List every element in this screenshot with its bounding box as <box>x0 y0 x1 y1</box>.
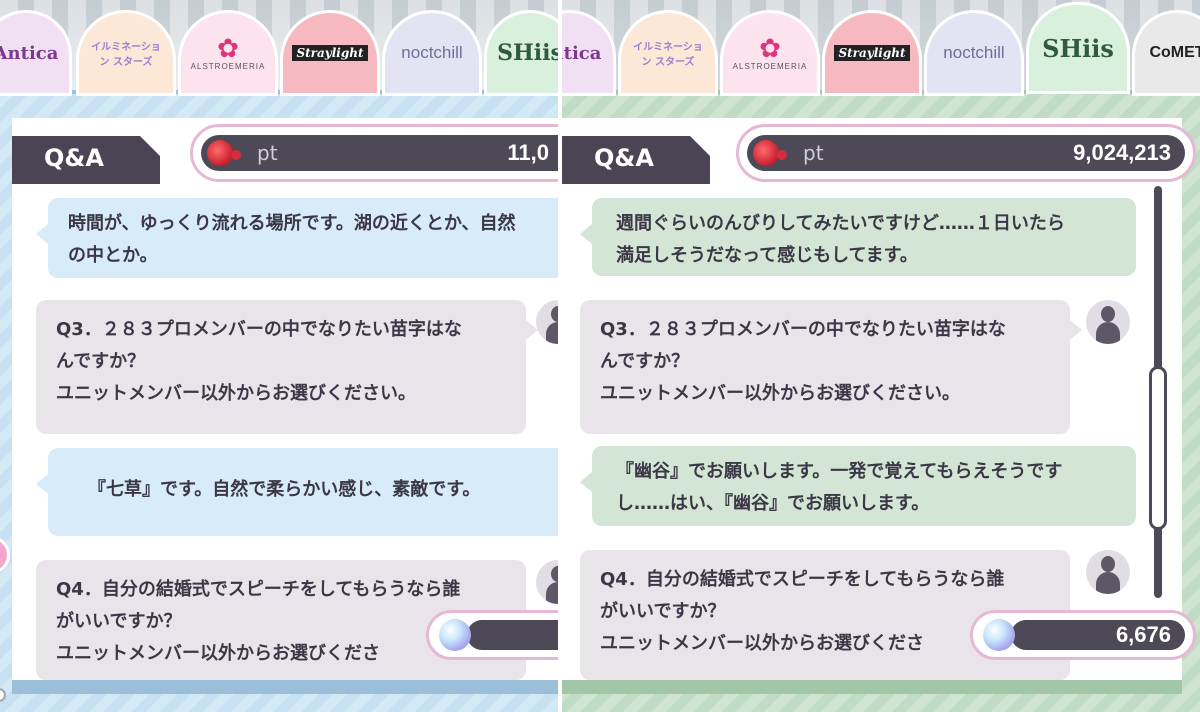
screenshot-root: Antica イルミネーション スターズ ✿ ALSTROEMERIA Stra… <box>0 0 1200 712</box>
qa-title: Q&A <box>44 144 104 172</box>
question-text: ユニットメンバー以外からお選びください。 <box>600 383 960 404</box>
rose-petal-icon <box>777 150 787 160</box>
flower-icon: ✿ <box>217 33 239 64</box>
answer-text: 『幽谷』でお願いします。一発で覚えてもらえそうです <box>616 461 1063 482</box>
tab-label-alstroemeria: ALSTROEMERIA <box>732 61 808 71</box>
tab-label-comet: CoMET <box>1149 44 1200 61</box>
tab-label-straylight: Straylight <box>834 45 910 61</box>
crystal-gem-icon <box>983 619 1015 651</box>
question-text: Q3．２８３プロメンバーの中でなりたい苗字はな <box>600 319 1006 340</box>
producer-silhouette-avatar <box>1086 300 1130 344</box>
pt-value: 11,0 <box>507 140 549 165</box>
scrollbar-thumb[interactable] <box>1149 366 1167 530</box>
gem-value: 6,676 <box>1115 622 1171 647</box>
tab-label-antica: Antica <box>562 42 602 64</box>
rose-pt-icon <box>207 140 233 166</box>
qa-card: Q&A pt 9,024,213 週間ぐらいのんびりしてみたいですけど……１日い… <box>562 118 1196 680</box>
pt-value: 9,024,213 <box>1073 140 1171 165</box>
footer-strip <box>562 680 1182 694</box>
answer-bubble: 週間ぐらいのんびりしてみたいですけど……１日いたら 満足しそうだなって感じもして… <box>580 198 1136 276</box>
crystal-gem-icon <box>439 619 471 651</box>
question-bubble-q3: Q3．２８３プロメンバーの中でなりたい苗字はな んですか？ ユニットメンバー以外… <box>580 300 1082 434</box>
tab-label-shhis: SHiis <box>1042 33 1114 63</box>
tab-label-straylight: Straylight <box>292 45 368 61</box>
answer-bubble: 時間が、ゆっくり流れる場所です。湖の近くとか、自然 の中とか。 <box>36 198 558 278</box>
answer-text: 週間ぐらいのんびりしてみたいですけど……１日いたら <box>616 213 1065 234</box>
flower-icon: ✿ <box>759 33 781 64</box>
answer-bubble-q3: 『七草』です。自然で柔らかい感じ、素敵です。 <box>36 448 558 536</box>
answer-bubble-q3: 『幽谷』でお願いします。一発で覚えてもらえそうです し……はい、『幽谷』でお願い… <box>580 446 1136 526</box>
tab-label-illumination: イルミネーション スターズ <box>633 42 703 68</box>
producer-silhouette-avatar <box>536 300 558 344</box>
question-text: んですか？ <box>600 351 690 372</box>
rose-pt-icon <box>753 140 779 166</box>
qa-card: Q&A pt 11,0 時間が、ゆっくり流れる場所です。湖の近くとか、自然 の中… <box>12 118 558 680</box>
gem-counter: 6,676 <box>970 610 1196 660</box>
tab-label-illumination: イルミネーション スターズ <box>91 42 161 68</box>
gem-counter-inner: 6,676 <box>1011 620 1185 650</box>
tab-label-alstroemeria: ALSTROEMERIA <box>190 61 266 71</box>
left-screen: Antica イルミネーション スターズ ✿ ALSTROEMERIA Stra… <box>0 0 558 712</box>
question-text: ユニットメンバー以外からお選びください。 <box>56 383 416 404</box>
producer-silhouette-avatar <box>1086 550 1130 594</box>
tab-label-shhis: SHiis <box>497 40 558 66</box>
footer-strip <box>12 680 558 694</box>
question-text: んですか？ <box>56 351 146 372</box>
gem-counter-inner <box>467 620 558 650</box>
pt-display: pt 9,024,213 <box>736 124 1196 182</box>
answer-text: 『七草』です。自然で柔らかい感じ、素敵です。 <box>88 479 481 500</box>
pt-label: pt <box>257 141 278 165</box>
rose-petal-icon <box>231 150 241 160</box>
answer-text: の中とか。 <box>68 245 158 266</box>
question-text: Q3．２８３プロメンバーの中でなりたい苗字はな <box>56 319 462 340</box>
pt-inner: pt 11,0 <box>201 135 558 171</box>
question-text: Q4．自分の結婚式でスピーチをしてもらうなら誰 <box>600 569 1005 590</box>
tab-label-noctchill: noctchill <box>943 43 1005 62</box>
qa-header: Q&A <box>12 136 160 184</box>
tab-label-antica: Antica <box>0 42 59 64</box>
qa-title: Q&A <box>594 144 654 172</box>
answer-text: 時間が、ゆっくり流れる場所です。湖の近くとか、自然 <box>68 213 516 234</box>
right-screen: Antica イルミネーション スターズ ✿ ALSTROEMERIA Stra… <box>562 0 1200 712</box>
question-text: Q4．自分の結婚式でスピーチをしてもらうなら誰 <box>56 579 461 600</box>
pt-inner: pt 9,024,213 <box>747 135 1185 171</box>
gem-counter <box>426 610 558 660</box>
producer-silhouette-avatar <box>536 560 558 604</box>
question-bubble-q3: Q3．２８３プロメンバーの中でなりたい苗字はな んですか？ ユニットメンバー以外… <box>36 300 538 434</box>
tab-label-noctchill: noctchill <box>401 43 463 62</box>
qa-header: Q&A <box>562 136 710 184</box>
tab-shhis[interactable]: SHiis <box>1026 2 1130 94</box>
pt-display: pt 11,0 <box>190 124 558 182</box>
answer-text: し……はい、『幽谷』でお願いします。 <box>616 493 930 514</box>
answer-text: 満足しそうだなって感じもしてます。 <box>616 245 918 266</box>
pt-label: pt <box>803 141 824 165</box>
